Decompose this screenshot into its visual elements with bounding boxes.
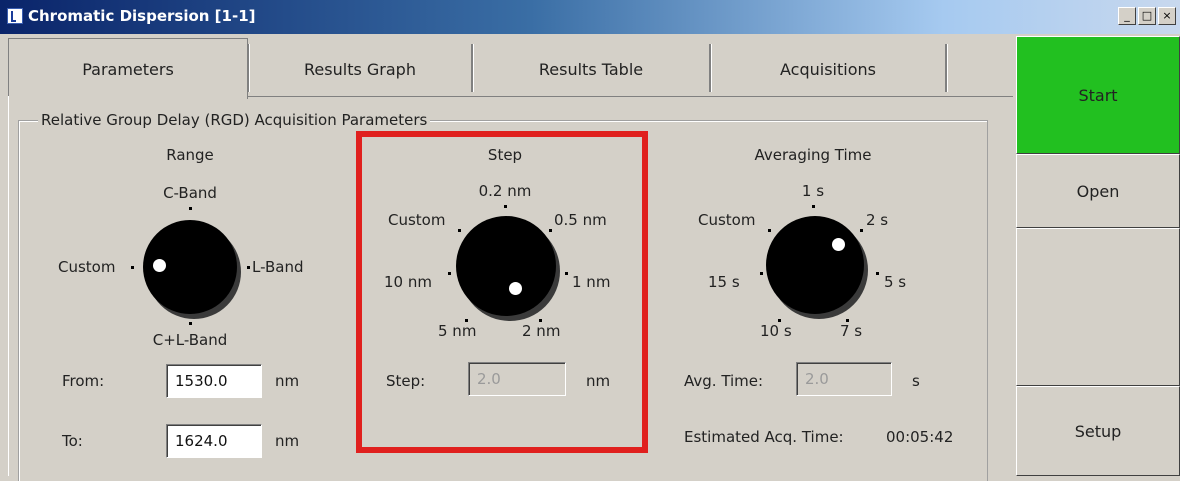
estimated-time-label: Estimated Acq. Time: xyxy=(684,428,844,446)
avg-option-1s[interactable]: 1 s xyxy=(802,182,824,200)
avg-tick xyxy=(812,205,815,208)
open-button[interactable]: Open xyxy=(1016,154,1180,228)
averaging-title: Averaging Time xyxy=(754,146,872,164)
range-tick xyxy=(189,207,192,210)
maximize-button[interactable]: □ xyxy=(1138,7,1156,25)
title-bar: Chromatic Dispersion [1-1] _ □ × xyxy=(0,0,1180,34)
avg-tick xyxy=(768,229,771,232)
avg-option-2s[interactable]: 2 s xyxy=(866,211,888,229)
avg-tick xyxy=(860,229,863,232)
range-tick xyxy=(131,266,134,269)
app-icon xyxy=(7,8,23,24)
tab-results-graph[interactable]: Results Graph xyxy=(250,42,470,96)
from-input[interactable]: 1530.0 xyxy=(166,364,262,398)
minimize-button[interactable]: _ xyxy=(1118,7,1136,25)
tab-acquisitions[interactable]: Acquisitions xyxy=(712,42,944,96)
range-option-l-band[interactable]: L-Band xyxy=(252,258,303,276)
range-title: Range xyxy=(166,146,214,164)
range-tick xyxy=(189,322,192,325)
range-option-c-band[interactable]: C-Band xyxy=(163,184,217,202)
range-knob-indicator xyxy=(153,259,166,272)
to-input[interactable]: 1624.0 xyxy=(166,424,262,458)
range-tick xyxy=(247,266,250,269)
averaging-knob[interactable] xyxy=(766,216,864,314)
avg-tick xyxy=(778,319,781,322)
avg-option-10s[interactable]: 10 s xyxy=(760,322,792,340)
avg-tick xyxy=(760,272,763,275)
avg-time-label: Avg. Time: xyxy=(684,372,764,390)
tab-parameters[interactable]: Parameters xyxy=(8,38,248,99)
avg-option-15s[interactable]: 15 s xyxy=(708,273,740,291)
empty-button-slot xyxy=(1016,228,1180,386)
avg-option-5s[interactable]: 5 s xyxy=(884,273,906,291)
to-unit: nm xyxy=(275,432,300,450)
avg-tick xyxy=(876,272,879,275)
side-button-panel: Start Open Setup xyxy=(1016,36,1180,476)
start-button[interactable]: Start xyxy=(1016,36,1180,154)
avg-time-input[interactable]: 2.0 xyxy=(796,362,892,396)
from-unit: nm xyxy=(275,372,300,390)
window-title: Chromatic Dispersion [1-1] xyxy=(28,7,256,25)
tab-separator xyxy=(945,44,948,92)
tab-strip: Parameters Results Graph Results Table A… xyxy=(8,38,1013,99)
tab-results-table[interactable]: Results Table xyxy=(474,42,708,96)
range-option-custom[interactable]: Custom xyxy=(58,258,115,276)
avg-option-7s[interactable]: 7 s xyxy=(840,322,862,340)
close-button[interactable]: × xyxy=(1158,7,1176,25)
group-title: Relative Group Delay (RGD) Acquisition P… xyxy=(38,111,431,129)
estimated-time-value: 00:05:42 xyxy=(886,428,954,446)
avg-time-unit: s xyxy=(912,372,920,390)
setup-button[interactable]: Setup xyxy=(1016,386,1180,476)
to-label: To: xyxy=(62,432,83,450)
highlight-box xyxy=(356,131,648,453)
averaging-knob-indicator xyxy=(832,238,845,251)
avg-tick xyxy=(846,319,849,322)
range-option-c-l-band[interactable]: C+L-Band xyxy=(153,331,228,349)
from-label: From: xyxy=(62,372,105,390)
avg-option-custom[interactable]: Custom xyxy=(698,211,755,229)
